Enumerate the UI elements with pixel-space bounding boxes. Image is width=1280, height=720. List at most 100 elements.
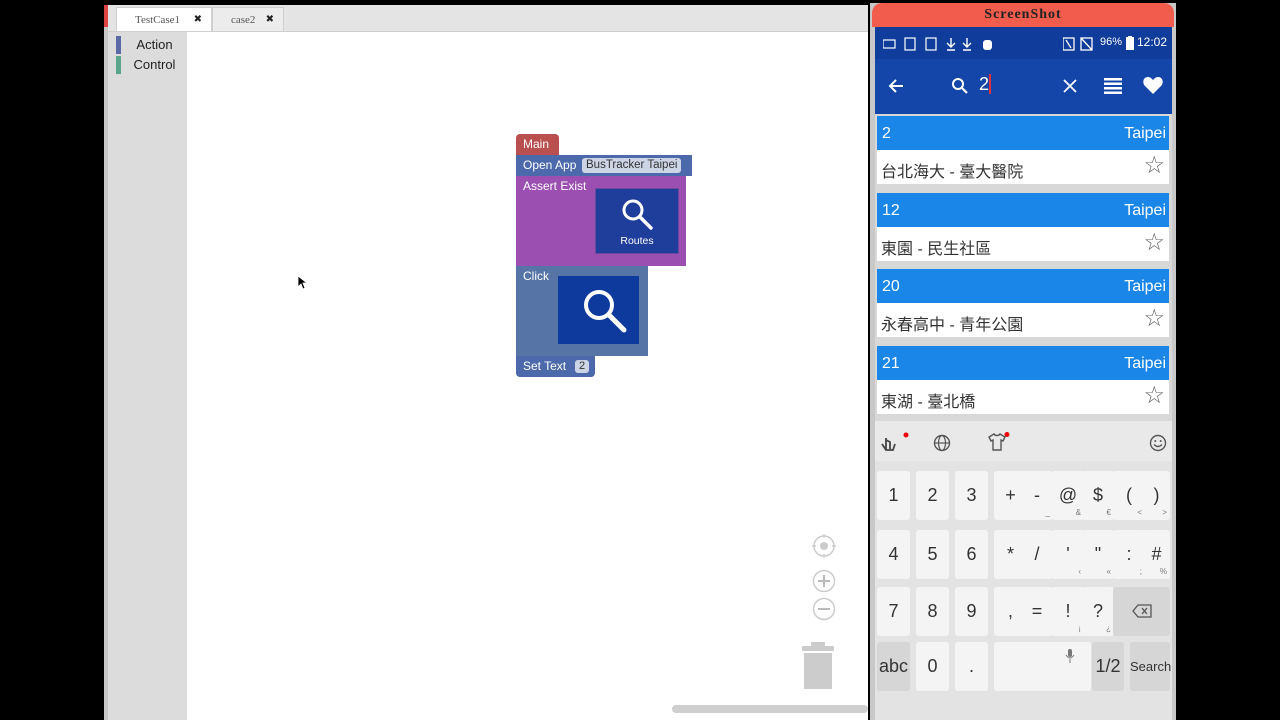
emoji-icon[interactable]	[1149, 434, 1167, 452]
favorite-heart-icon[interactable]	[1143, 76, 1163, 95]
search-button-image	[558, 276, 639, 344]
phone-screen[interactable]: 96% 12:02 2 2 Taipei 台北海大 - 臺大醫院 ☆ 12 Ta…	[875, 27, 1172, 720]
horizontal-scrollbar[interactable]	[672, 705, 868, 713]
zoom-out-icon[interactable]	[812, 597, 836, 621]
routes-screenshot-image: Routes	[595, 188, 679, 254]
block-label: Assert Exist	[523, 179, 587, 193]
route-number: 12	[882, 202, 900, 219]
key[interactable]: 5	[916, 530, 949, 579]
key[interactable]: 3	[955, 471, 988, 520]
key-label: 8	[927, 601, 938, 621]
zoom-in-icon[interactable]	[812, 569, 836, 593]
status-bar: 96% 12:02	[875, 27, 1172, 59]
app-bar: 2	[875, 59, 1172, 114]
gesture-icon[interactable]	[881, 432, 909, 452]
key[interactable]: =	[1021, 587, 1053, 636]
key-label: =	[1031, 601, 1043, 621]
search-key[interactable]: Search	[1130, 642, 1171, 691]
toolbox-category-control[interactable]: Control	[112, 56, 187, 74]
star-icon[interactable]: ☆	[1143, 154, 1165, 178]
route-number: 20	[882, 278, 900, 295]
microphone-icon	[1065, 649, 1075, 663]
category-label: Action	[136, 37, 173, 52]
app-name-field[interactable]: BusTracker Taipei	[582, 158, 682, 173]
route-header: 21 Taipei	[877, 346, 1169, 380]
route-item[interactable]: 12 Taipei 東園 - 民生社區 ☆	[875, 193, 1172, 263]
main-block[interactable]: Main	[516, 134, 559, 155]
star-icon[interactable]: ☆	[1143, 231, 1165, 255]
key[interactable]: $ €	[1082, 471, 1114, 520]
recenter-icon[interactable]	[812, 534, 836, 558]
key[interactable]: #%	[1143, 530, 1170, 579]
key[interactable]: @ &	[1052, 471, 1084, 520]
key[interactable]: /	[1021, 530, 1053, 579]
backspace-key[interactable]	[1113, 587, 1170, 636]
route-name: 永春高中 - 青年公園	[881, 317, 1024, 334]
phone-screenshot-panel: ScreenShot 96% 12:02 2 2 Taipei 台北海大 - 臺…	[870, 3, 1176, 720]
key[interactable]: 2	[916, 471, 949, 520]
window-edge-marker	[104, 5, 108, 27]
key[interactable]: (<	[1113, 471, 1145, 520]
key[interactable]: - _	[1021, 471, 1053, 520]
search-input[interactable]: 2	[979, 74, 989, 95]
close-icon[interactable]: ✖	[266, 14, 274, 25]
star-icon[interactable]: ☆	[1143, 384, 1165, 408]
notification-icons	[883, 37, 992, 51]
key[interactable]: ! ¡	[1052, 587, 1084, 636]
key[interactable]: 8	[916, 587, 949, 636]
star-icon[interactable]: ☆	[1143, 307, 1165, 331]
key-label: 2	[927, 485, 938, 505]
search-icon	[952, 78, 968, 94]
assert-exist-block[interactable]: Assert Exist Routes	[516, 176, 686, 266]
category-label: Control	[133, 57, 176, 72]
key[interactable]: 4	[877, 530, 910, 579]
route-name: 台北海大 - 臺大醫院	[881, 164, 1024, 181]
language-globe-icon[interactable]	[933, 434, 951, 452]
key[interactable]: 6	[955, 530, 988, 579]
back-arrow-icon[interactable]	[888, 78, 904, 94]
clear-icon[interactable]	[1063, 79, 1077, 93]
route-item[interactable]: 21 Taipei 東湖 - 臺北橋 ☆	[875, 346, 1172, 416]
menu-list-icon[interactable]	[1104, 78, 1122, 94]
key[interactable]: 0	[916, 642, 949, 691]
key[interactable]: :;	[1113, 530, 1145, 579]
page-switch-key[interactable]: 1/2	[1092, 642, 1124, 691]
search-icon	[622, 199, 653, 230]
key[interactable]: ) >	[1143, 471, 1170, 520]
battery-icon	[1126, 36, 1134, 50]
route-item[interactable]: 2 Taipei 台北海大 - 臺大醫院 ☆	[875, 116, 1172, 186]
key-sublabel: ¿	[1106, 624, 1111, 633]
tab-label: TestCase1	[135, 13, 181, 26]
set-text-block[interactable]: Set Text 2	[516, 356, 595, 377]
key-label: ,	[1007, 601, 1013, 621]
click-block[interactable]: Click	[516, 266, 648, 356]
route-city: Taipei	[1124, 355, 1166, 372]
route-name: 東湖 - 臺北橋	[881, 394, 976, 411]
key[interactable]: ? ¿	[1082, 587, 1114, 636]
tab-case2[interactable]: case2 ✖	[212, 7, 284, 31]
close-icon[interactable]: ✖	[194, 14, 202, 25]
key[interactable]: ' ‹	[1052, 530, 1084, 579]
open-app-block[interactable]: Open App BusTracker Taipei	[516, 155, 692, 176]
tab-testcase1[interactable]: TestCase1 ✖	[116, 7, 212, 31]
space-key[interactable]	[994, 642, 1091, 691]
abc-key[interactable]: abc	[877, 642, 910, 691]
route-city: Taipei	[1124, 202, 1166, 219]
key[interactable]: 9	[955, 587, 988, 636]
key-label: 5	[927, 544, 938, 564]
key[interactable]: 1	[877, 471, 910, 520]
key-sublabel: ;	[1139, 567, 1142, 576]
key[interactable]: 7	[877, 587, 910, 636]
key[interactable]: " «	[1082, 530, 1114, 579]
key-label: 1	[888, 485, 899, 505]
route-number: 2	[882, 125, 891, 142]
route-header: 2 Taipei	[877, 116, 1169, 150]
trash-icon[interactable]	[800, 642, 836, 690]
key-label: 9	[966, 601, 977, 621]
theme-shirt-icon[interactable]	[985, 432, 1011, 452]
toolbox-category-action[interactable]: Action	[112, 36, 187, 54]
search-icon	[584, 290, 627, 333]
key[interactable]: .	[955, 642, 988, 691]
route-item[interactable]: 20 Taipei 永春高中 - 青年公園 ☆	[875, 269, 1172, 339]
text-value-field[interactable]: 2	[575, 360, 589, 373]
